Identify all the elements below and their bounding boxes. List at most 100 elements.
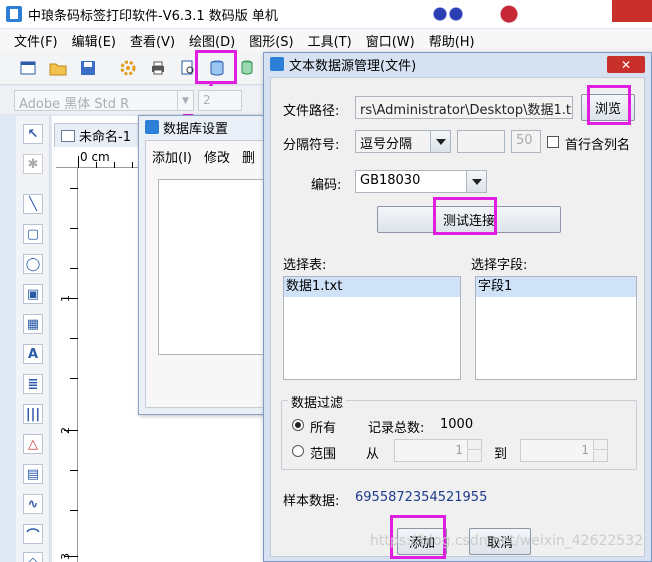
db-edit-menu[interactable]: 修改 [204,147,230,166]
app-titlebar: 中琅条码标签打印软件-V6.3.1 数码版 单机 [0,0,652,28]
database-link-icon[interactable] [238,58,258,78]
database-dialog-titlebar: 数据库设置 [139,116,269,138]
separator-select[interactable]: 逗号分隔 [355,130,451,153]
arc-tool-icon[interactable]: ⌒ [23,524,43,544]
file-path-field[interactable]: rs\Administrator\Desktop\数据1.txt [355,96,573,119]
datasource-dialog-titlebar: 文本数据源管理(文件) [264,53,651,75]
app-logo-icon [145,120,159,134]
database-dialog-menu: 添加(I) 修改 删 [152,147,255,166]
text-datasource-dialog: 文本数据源管理(文件) ✕ 文件路径: rs\Administrator\Des… [263,52,652,562]
rectangle-tool-icon[interactable]: ▢ [23,224,43,244]
decorative-logo-icon [484,2,534,24]
test-connection-highlight-box [433,197,497,235]
chevron-down-icon [466,171,486,192]
data-filter-title: 数据过滤 [288,392,347,411]
database-dialog-title: 数据库设置 [163,121,229,137]
range-from-label: 从 [366,447,380,462]
chevron-down-icon: ▼ [177,91,193,110]
range-from-value: 1 [455,443,463,457]
database-settings-dialog: 数据库设置 添加(I) 修改 删 [138,115,270,415]
menu-help[interactable]: 帮助(H) [429,31,475,50]
range-to-value: 1 [581,443,589,457]
database-dialog-body: 添加(I) 修改 删 [145,140,270,408]
field-listbox[interactable]: 字段1 [475,276,637,380]
database-list[interactable] [158,179,270,355]
tools-panel: ↖ ✱ ╲ ▢ ◯ ▣ ▦ A ≣ ||| △ ▤ ∿ ⌒ ◇ [16,116,50,562]
font-size-value: 2 [203,93,211,107]
open-folder-icon[interactable] [48,58,68,78]
ellipse-tool-icon[interactable]: ◯ [23,254,43,274]
datasource-dialog-title: 文本数据源管理(文件) [289,58,417,74]
select-field-label: 选择字段: [471,258,528,273]
browse-highlight-box [587,85,631,125]
line-tool-icon[interactable]: ╲ [23,194,43,214]
first-row-header-checkbox[interactable] [547,136,559,148]
watermark-text: https://blog.csdn.net/weixin_42622532 [370,533,644,549]
settings-gear-icon[interactable] [118,58,138,78]
menu-tools[interactable]: 工具(T) [308,31,352,50]
shape-tool-icon[interactable]: △ [23,434,43,454]
disabled-tool-icon: ✱ [23,154,43,174]
range-to-label: 到 [494,447,508,462]
curve-tool-icon[interactable]: ∿ [23,494,43,514]
barcode-tool-icon[interactable]: ||| [23,404,43,424]
custom-separator-field[interactable] [457,130,505,153]
menu-window[interactable]: 窗口(W) [366,31,415,50]
separator-width-field[interactable]: 50 [511,130,541,153]
text-tool-icon[interactable]: A [23,344,43,364]
save-icon[interactable] [78,58,98,78]
chevron-down-icon [430,131,450,152]
font-family-value: Adobe 黑体 Std R [19,97,130,112]
first-row-header-label: 首行含列名 [565,138,631,153]
image-tool-icon[interactable]: ▣ [23,284,43,304]
polygon-tool-icon[interactable]: ◇ [23,552,43,562]
filter-all-label: 所有 [310,421,337,436]
menu-edit[interactable]: 编辑(E) [72,31,116,50]
decorative-logo-icon [428,4,468,24]
close-button[interactable]: ✕ [607,56,645,73]
toolbar-highlight-box [195,50,237,84]
filter-range-label: 范围 [310,447,337,462]
menu-draw[interactable]: 绘图(D) [189,31,235,50]
range-to-spinner[interactable]: 1 [520,439,608,462]
document-tab[interactable]: 未命名-1 [54,123,144,147]
app-title: 中琅条码标签打印软件-V6.3.1 数码版 单机 [28,8,278,24]
font-bar: Adobe 黑体 Std R ▼ 2 [0,86,262,114]
encoding-select[interactable]: GB18030 [355,170,487,193]
spin-up-icon[interactable] [467,440,481,450]
sample-data-label: 样本数据: [283,494,340,509]
separator-value: 逗号分隔 [360,137,413,152]
range-from-spinner[interactable]: 1 [394,439,482,462]
font-family-select[interactable]: Adobe 黑体 Std R ▼ [14,90,194,112]
datasource-dialog-body: 文件路径: rs\Administrator\Desktop\数据1.txt 浏… [270,77,645,557]
menu-bar: 文件(F) 编辑(E) 查看(V) 绘图(D) 图形(S) 工具(T) 窗口(W… [0,29,652,51]
font-size-select[interactable]: 2 [198,90,242,111]
filter-range-radio[interactable] [292,445,304,457]
print-icon[interactable] [148,58,168,78]
app-close-button[interactable] [612,0,652,22]
menu-shape[interactable]: 图形(S) [249,31,293,50]
document-tab-label: 未命名-1 [79,130,131,145]
spin-up-icon[interactable] [593,440,607,450]
document-icon [61,129,75,142]
encoding-value: GB18030 [360,173,421,188]
filter-all-radio[interactable] [292,419,304,431]
total-records-label: 记录总数: [368,421,425,436]
db-delete-menu[interactable]: 删 [242,147,255,166]
file-path-label: 文件路径: [283,104,340,119]
new-document-icon[interactable] [18,58,38,78]
select-pointer-icon[interactable]: ↖ [23,124,43,144]
spin-down-icon[interactable] [467,451,481,461]
menu-file[interactable]: 文件(F) [14,31,58,50]
qrcode-tool-icon[interactable]: ▤ [23,464,43,484]
picture-tool-icon[interactable]: ▦ [23,314,43,334]
app-logo-icon [270,57,284,71]
select-table-label: 选择表: [283,258,327,273]
table-listbox[interactable]: 数据1.txt [283,276,461,380]
db-add-menu[interactable]: 添加(I) [152,147,192,166]
paragraph-text-icon[interactable]: ≣ [23,374,43,394]
menu-view[interactable]: 查看(V) [130,31,175,50]
list-item[interactable]: 数据1.txt [284,277,460,297]
spin-down-icon[interactable] [593,451,607,461]
list-item[interactable]: 字段1 [476,277,636,297]
